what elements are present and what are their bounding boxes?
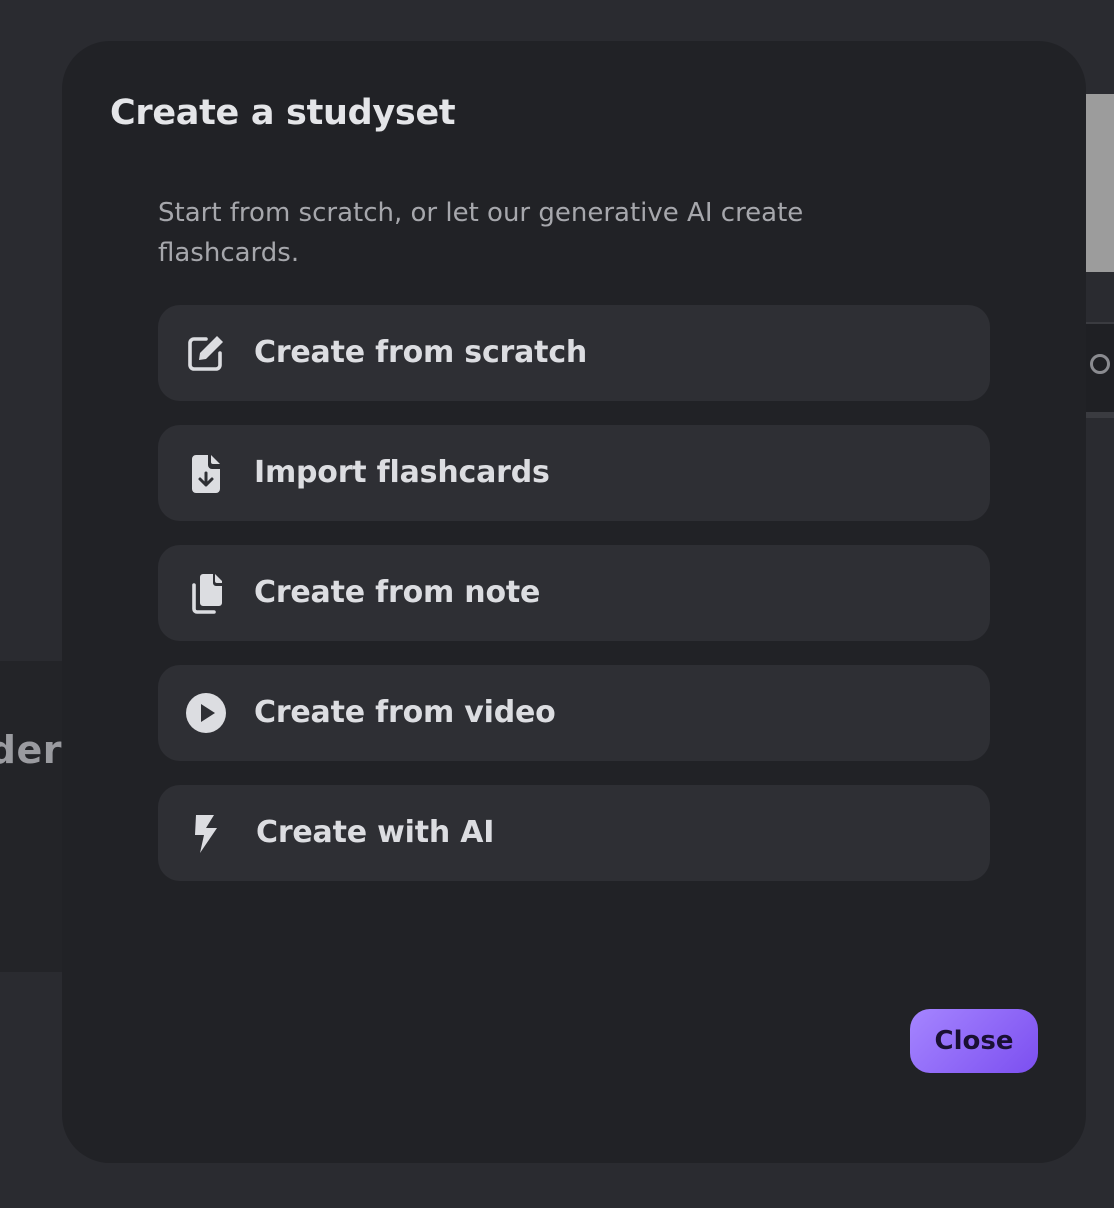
lightning-bolt-icon [184,811,228,855]
copy-documents-icon [184,571,228,615]
option-label: Create with AI [256,815,495,850]
search-icon [1090,354,1110,374]
dialog-subtitle: Start from scratch, or let our generativ… [158,198,804,268]
option-label: Create from video [254,695,556,730]
background-image [1086,94,1114,272]
create-studyset-dialog: Create a studyset Start from scratch, or… [62,41,1086,1163]
create-from-scratch-option[interactable]: Create from scratch [158,305,990,401]
option-label: Create from scratch [254,335,588,370]
create-with-ai-option[interactable]: Create with AI [158,785,990,881]
import-flashcards-option[interactable]: Import flashcards [158,425,990,521]
edit-icon [184,331,228,375]
play-circle-icon [184,691,228,735]
dialog-title: Create a studyset [110,93,456,133]
background-card [0,661,70,972]
close-button[interactable]: Close [910,1009,1038,1073]
create-from-video-option[interactable]: Create from video [158,665,990,761]
background-search-bar [1086,322,1114,418]
background-text: der [0,728,62,772]
option-label: Create from note [254,575,541,610]
file-import-icon [184,451,228,495]
create-from-note-option[interactable]: Create from note [158,545,990,641]
option-label: Import flashcards [254,455,550,490]
